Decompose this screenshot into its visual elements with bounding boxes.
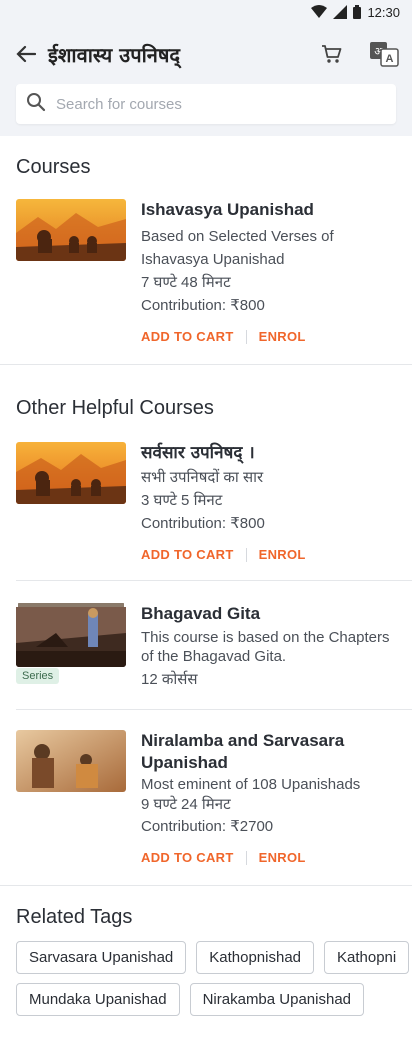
course-subtitle: Based on Selected Verses of Ishavasya Up…: [141, 228, 334, 268]
tag-chip[interactable]: Kathopnishad: [196, 941, 315, 974]
search-input[interactable]: [56, 95, 386, 113]
series-count: 12 कोर्सस: [141, 671, 198, 688]
tag-chip[interactable]: Nirakamba Upanishad: [189, 983, 365, 1016]
courses-heading: Courses: [16, 156, 91, 178]
add-to-cart-button[interactable]: ADD TO CART: [141, 329, 234, 344]
tag-chip[interactable]: Mundaka Upanishad: [16, 983, 180, 1016]
enrol-button[interactable]: ENROL: [259, 329, 306, 344]
course-duration: 7 घण्टे 48 मिनट: [141, 274, 231, 291]
tag-row: Sarvasara Upanishad Kathopnishad Kathopn…: [16, 941, 412, 974]
signal-icon: [333, 5, 348, 19]
divider: [245, 547, 247, 562]
course-card[interactable]: Ishavasya Upanishad Based on Selected Ve…: [0, 199, 412, 344]
course-contribution: Contribution: ₹2700: [141, 818, 274, 835]
status-time: 12:30: [367, 4, 400, 20]
course-thumbnail: [16, 442, 126, 504]
course-title: Niralamba and Sarvasara Upanishad: [141, 731, 345, 772]
course-duration: 9 घण्टे 24 मिनट: [141, 796, 231, 813]
wifi-icon: [311, 5, 328, 19]
search-container: [0, 84, 412, 136]
status-bar: 12:30: [0, 0, 412, 24]
course-thumbnail: [16, 199, 126, 261]
search-bar: [16, 84, 396, 124]
course-info: Ishavasya Upanishad Based on Selected Ve…: [141, 199, 396, 344]
divider: [245, 850, 247, 865]
related-tags-heading: Related Tags: [16, 906, 133, 928]
course-card[interactable]: सर्वसार उपनिषद् । सभी उपनिषदों का सार 3 …: [0, 442, 412, 562]
course-subtitle: Most eminent of 108 Upanishads: [141, 776, 361, 793]
course-duration: 3 घण्टे 5 मिनट: [141, 492, 223, 509]
cart-icon[interactable]: [316, 38, 348, 70]
course-thumbnail: [16, 730, 126, 792]
enrol-button[interactable]: ENROL: [259, 547, 306, 562]
course-contribution: Contribution: ₹800: [141, 297, 265, 314]
page-title: ईशावास्य उपनिषद्: [48, 42, 181, 67]
svg-text:A: A: [386, 53, 394, 65]
app-bar: ईशावास्य उपनिषद् अ A: [0, 24, 412, 84]
tag-chip[interactable]: Kathopni: [324, 941, 410, 974]
series-thumbnail: [16, 603, 126, 667]
tag-row: Mundaka Upanishad Nirakamba Upanishad: [16, 983, 396, 1016]
translate-icon[interactable]: अ A: [368, 38, 400, 70]
tags-container: Sarvasara Upanishad Kathopnishad Kathopn…: [0, 941, 412, 1016]
add-to-cart-button[interactable]: ADD TO CART: [141, 850, 234, 865]
course-info: Niralamba and Sarvasara Upanishad Most e…: [141, 730, 396, 865]
series-info: Bhagavad Gita This course is based on th…: [141, 603, 396, 691]
course-contribution: Contribution: ₹800: [141, 515, 265, 532]
enrol-button[interactable]: ENROL: [259, 850, 306, 865]
series-card[interactable]: Series Bhagavad Gita This course is base…: [0, 603, 412, 691]
course-title: Ishavasya Upanishad: [141, 200, 314, 219]
series-title: Bhagavad Gita: [141, 604, 261, 623]
series-subtitle: This course is based on the Chapters of …: [141, 629, 390, 665]
tag-chip[interactable]: Sarvasara Upanishad: [16, 941, 187, 974]
series-badge: Series: [16, 668, 60, 684]
course-info: सर्वसार उपनिषद् । सभी उपनिषदों का सार 3 …: [141, 442, 396, 562]
course-title: सर्वसार उपनिषद् ।: [141, 443, 255, 463]
battery-icon: [353, 5, 362, 19]
course-card[interactable]: Niralamba and Sarvasara Upanishad Most e…: [0, 730, 412, 865]
search-icon: [26, 92, 46, 117]
course-subtitle: सभी उपनिषदों का सार: [141, 469, 264, 486]
divider: [245, 329, 247, 344]
other-courses-heading: Other Helpful Courses: [16, 397, 214, 419]
add-to-cart-button[interactable]: ADD TO CART: [141, 547, 234, 562]
back-arrow-icon[interactable]: [12, 40, 40, 68]
